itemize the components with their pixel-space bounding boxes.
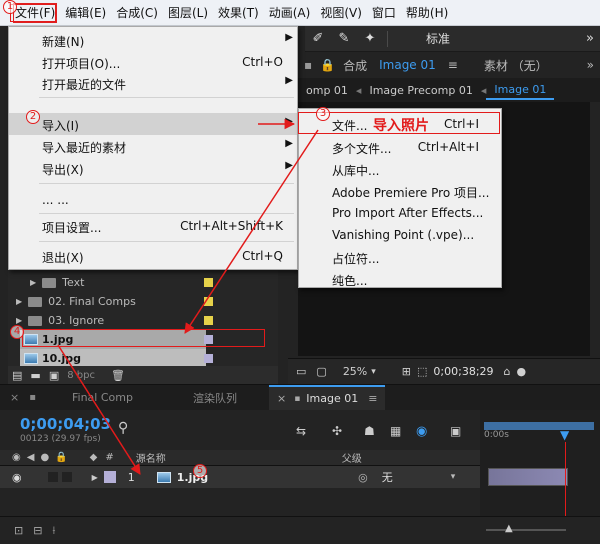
arrow-project-to-timeline: [57, 344, 141, 475]
arrow-import-to-project: [184, 129, 319, 334]
annotation-arrows: [57, 118, 319, 475]
